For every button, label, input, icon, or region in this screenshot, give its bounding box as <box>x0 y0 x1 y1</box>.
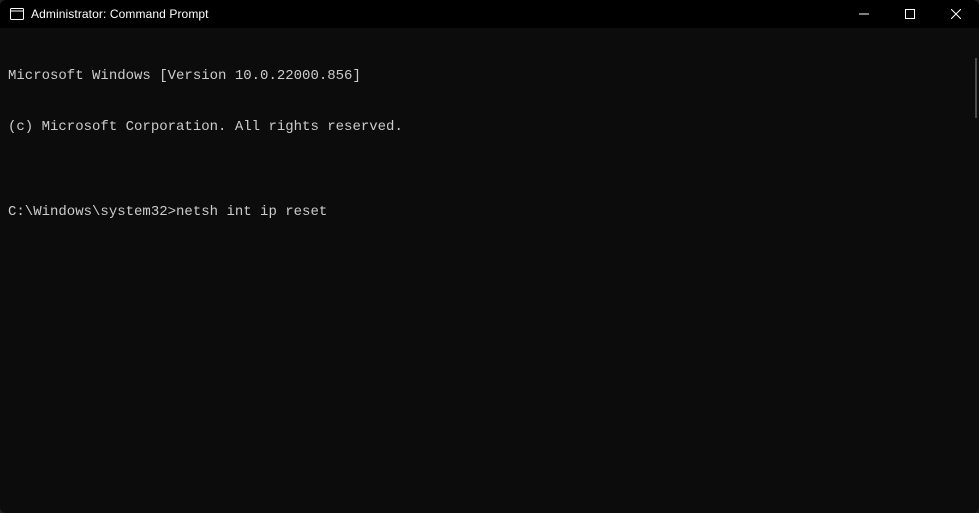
scrollbar[interactable] <box>975 58 977 118</box>
prompt-line: C:\Windows\system32>netsh int ip reset <box>8 204 979 221</box>
terminal-area[interactable]: Microsoft Windows [Version 10.0.22000.85… <box>0 28 979 513</box>
titlebar-left: Administrator: Command Prompt <box>0 7 841 21</box>
titlebar[interactable]: Administrator: Command Prompt <box>0 0 979 28</box>
prompt-text: C:\Windows\system32> <box>8 204 176 220</box>
maximize-button[interactable] <box>887 0 933 28</box>
terminal-icon <box>10 7 24 21</box>
window-controls <box>841 0 979 28</box>
command-text: netsh int ip reset <box>176 204 327 220</box>
minimize-button[interactable] <box>841 0 887 28</box>
output-line: (c) Microsoft Corporation. All rights re… <box>8 119 979 136</box>
window-title: Administrator: Command Prompt <box>31 7 209 21</box>
close-button[interactable] <box>933 0 979 28</box>
command-prompt-window: Administrator: Command Prompt Microsoft … <box>0 0 979 513</box>
output-line: Microsoft Windows [Version 10.0.22000.85… <box>8 68 979 85</box>
